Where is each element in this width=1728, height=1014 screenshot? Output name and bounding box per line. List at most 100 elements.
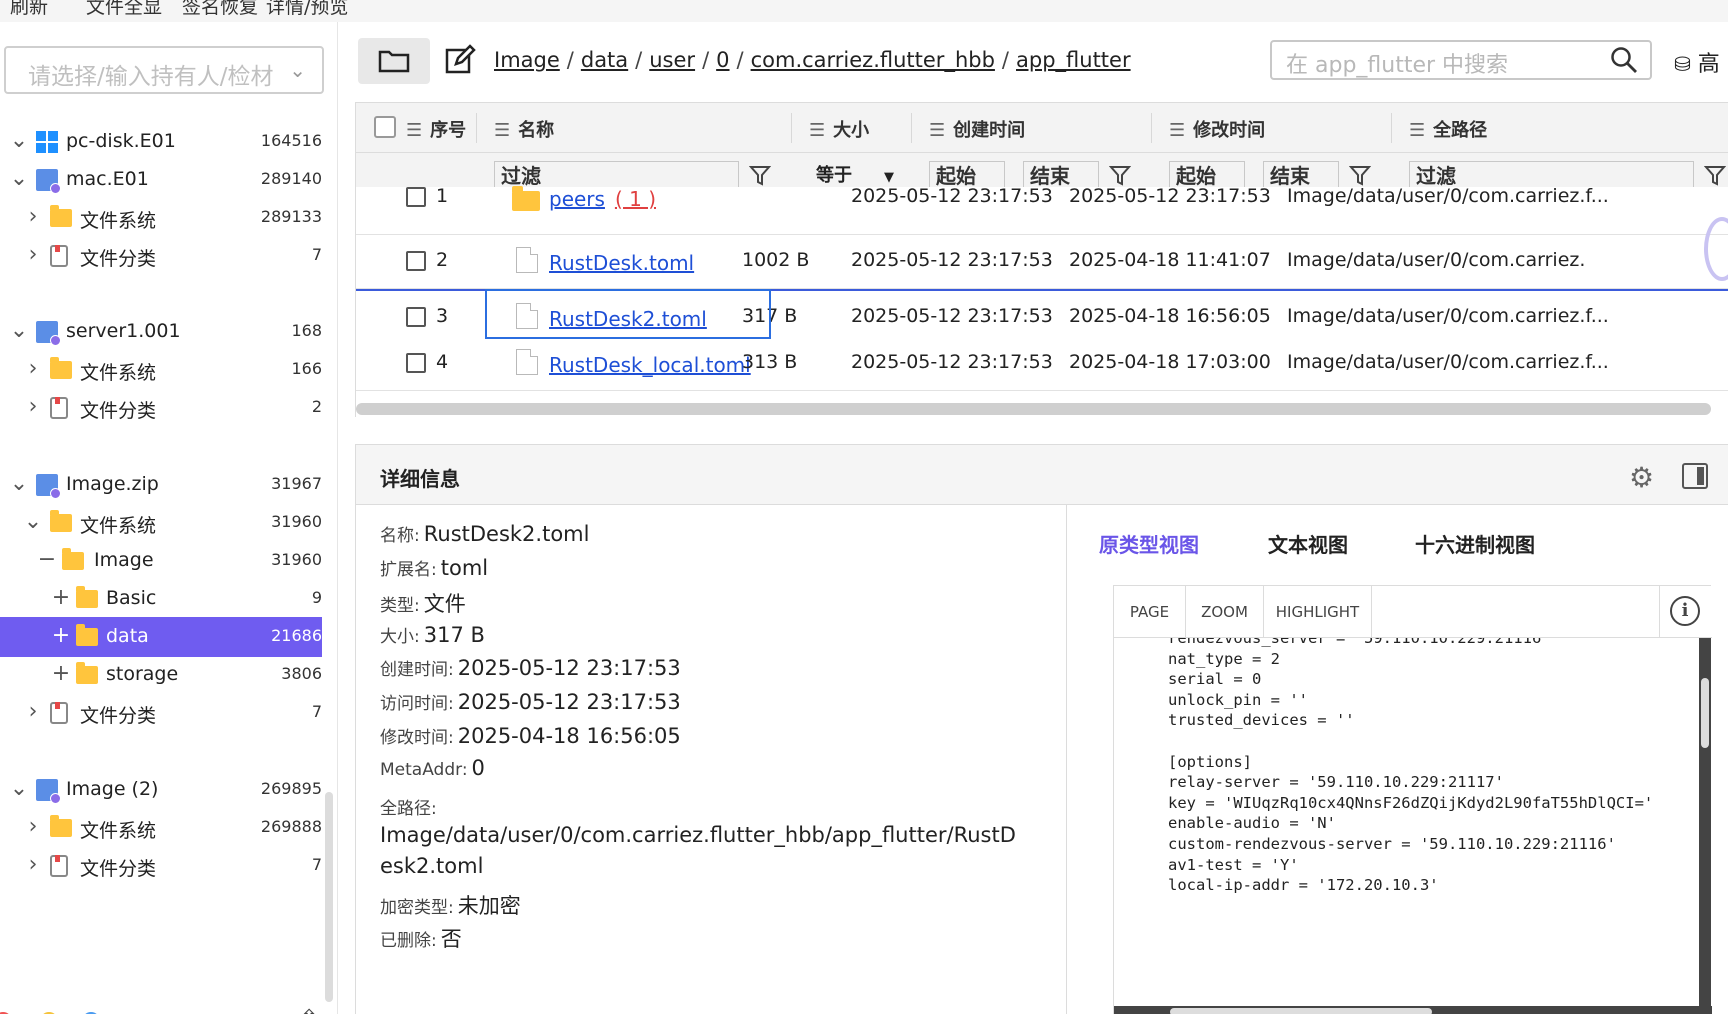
folder-icon xyxy=(62,548,84,570)
tree-toggle-icon[interactable]: + xyxy=(50,661,72,686)
funnel-icon[interactable] xyxy=(749,164,771,188)
tree-toggle-icon[interactable]: + xyxy=(50,585,72,610)
tree-node[interactable]: ⌄ server1.001 168 xyxy=(0,312,322,352)
tree-node[interactable]: › 文件系统 289133 xyxy=(0,198,322,238)
tab-text-view[interactable]: 文本视图 xyxy=(1268,529,1348,558)
row-name-link[interactable]: RustDesk_local.toml xyxy=(549,353,751,377)
panel-toggle-icon[interactable] xyxy=(1682,463,1708,489)
row-size: 313 B xyxy=(742,351,798,373)
size-operator-select[interactable]: 等于 ▼ xyxy=(816,161,894,187)
tree-node[interactable]: ⌄ Image.zip 31967 xyxy=(0,465,322,505)
viewer-horizontal-scrollbar[interactable] xyxy=(1114,1006,1712,1014)
breadcrumb-segment[interactable]: Image xyxy=(494,48,560,72)
folder-icon xyxy=(50,510,72,532)
tree-toggle-icon[interactable]: › xyxy=(22,394,44,419)
menu-refresh[interactable]: 刷新 xyxy=(10,0,48,19)
tree-node[interactable]: + storage 3806 xyxy=(0,655,322,695)
collapse-split-icon[interactable]: ⇳ xyxy=(300,1006,318,1014)
zoom-button[interactable]: ZOOM xyxy=(1186,586,1264,638)
breadcrumb-segment[interactable]: com.carriez.flutter_hbb xyxy=(751,48,995,72)
row-name-link[interactable]: RustDesk.toml xyxy=(549,251,694,275)
funnel-icon[interactable] xyxy=(1704,164,1726,188)
tree-toggle-icon[interactable]: ⌄ xyxy=(8,128,30,153)
sidebar-scrollbar[interactable] xyxy=(325,792,333,1002)
breadcrumb-segment[interactable]: 0 xyxy=(716,48,729,72)
page-button[interactable]: PAGE xyxy=(1114,586,1186,638)
tree-node[interactable]: ⌄ Image (2) 269895 xyxy=(0,770,322,810)
table-row[interactable]: 4 RustDesk_local.toml 313 B 2025-05-12 23:1… xyxy=(356,337,1728,391)
select-all-checkbox[interactable] xyxy=(374,116,396,138)
highlight-button[interactable]: HIGHLIGHT xyxy=(1264,586,1372,638)
tree-toggle-icon[interactable]: › xyxy=(22,356,44,381)
row-name-link[interactable]: peers ( 1 ) xyxy=(549,187,656,211)
col-fullpath[interactable]: ☰ 全路径 xyxy=(1409,116,1487,142)
folder-search-input[interactable]: 在 app_flutter 中搜索 xyxy=(1270,40,1652,80)
row-checkbox[interactable] xyxy=(406,353,426,373)
menu-show-all-files[interactable]: 文件全显 xyxy=(86,0,162,19)
tree-node[interactable]: ⌄ pc-disk.E01 164516 xyxy=(0,122,322,162)
chevron-down-icon[interactable]: ⌄ xyxy=(289,58,306,82)
tree-toggle-icon[interactable]: + xyxy=(50,623,72,648)
col-modified[interactable]: ☰ 修改时间 xyxy=(1169,116,1265,142)
advanced-search-button[interactable]: ⛁ 高 xyxy=(1674,46,1720,78)
tab-hex-view[interactable]: 十六进制视图 xyxy=(1415,529,1535,558)
row-created: 2025-05-12 23:17:53 xyxy=(851,351,1053,373)
tree-toggle-icon[interactable]: ⌄ xyxy=(8,318,30,343)
row-created: 2025-05-12 23:17:53 xyxy=(851,249,1053,271)
viewer-vertical-scrollbar[interactable] xyxy=(1699,638,1711,1008)
property-key: 修改时间: xyxy=(380,727,454,748)
tree-node[interactable]: › 文件分类 2 xyxy=(0,388,322,428)
breadcrumb-segment[interactable]: data xyxy=(581,48,628,72)
tree-toggle-icon[interactable]: − xyxy=(36,547,58,572)
tree-node[interactable]: ⌄ mac.E01 289140 xyxy=(0,160,322,200)
tree-node[interactable]: › 文件系统 269888 xyxy=(0,808,322,848)
tree-toggle-icon[interactable]: › xyxy=(22,814,44,839)
menu-detail-preview[interactable]: 详情/预览 xyxy=(266,0,348,19)
col-created[interactable]: ☰ 创建时间 xyxy=(929,116,1025,142)
search-icon[interactable] xyxy=(1610,46,1638,74)
tree-node[interactable]: › 文件分类 7 xyxy=(0,693,322,733)
row-checkbox[interactable] xyxy=(406,251,426,271)
open-folder-button[interactable] xyxy=(358,38,430,84)
table-horizontal-scrollbar[interactable] xyxy=(356,403,1711,415)
row-fullpath: Image/data/user/0/com.carriez.f... xyxy=(1287,305,1609,327)
tree-toggle-icon[interactable]: ⌄ xyxy=(8,166,30,191)
tree-toggle-icon[interactable]: ⌄ xyxy=(8,471,30,496)
tree-toggle-icon[interactable]: ⌄ xyxy=(8,776,30,801)
info-icon[interactable]: i xyxy=(1670,596,1700,626)
row-checkbox[interactable] xyxy=(406,187,426,207)
breadcrumb-segment[interactable]: user xyxy=(649,48,695,72)
tree-node[interactable]: + Basic 9 xyxy=(0,579,322,619)
col-size[interactable]: ☰ 大小 xyxy=(809,116,869,142)
tree-node[interactable]: › 文件分类 7 xyxy=(0,236,322,276)
owner-evidence-select[interactable]: 请选择/输入持有人/检材 ⌄ xyxy=(4,46,324,94)
tree-node[interactable]: › 文件分类 7 xyxy=(0,846,322,886)
tab-native-view[interactable]: 原类型视图 xyxy=(1099,529,1199,558)
tree-node[interactable]: + data 21686 xyxy=(0,617,322,657)
tree-toggle-icon[interactable]: › xyxy=(22,242,44,267)
gear-icon[interactable]: ⚙ xyxy=(1629,461,1654,494)
fullpath-value: Image/data/user/0/com.carriez.flutter_hb… xyxy=(380,822,1016,878)
tree-node[interactable]: ⌄ 文件系统 31960 xyxy=(0,503,322,543)
property-key: 名称: xyxy=(380,526,420,546)
breadcrumb-segment[interactable]: app_flutter xyxy=(1016,48,1131,72)
tree-node-label: 文件分类 xyxy=(80,400,157,422)
col-seq[interactable]: ☰ 序号 xyxy=(406,116,466,142)
tree-toggle-icon[interactable]: › xyxy=(22,699,44,724)
tree-toggle-icon[interactable]: › xyxy=(22,204,44,229)
col-name[interactable]: ☰ 名称 xyxy=(494,116,554,142)
table-row[interactable]: 1 peers ( 1 ) 2025-05-12 23:17:53 2025-05-12… xyxy=(356,185,1728,235)
folder-icon xyxy=(76,624,98,646)
tree-node[interactable]: › 文件系统 166 xyxy=(0,350,322,390)
tree-toggle-icon[interactable]: › xyxy=(22,852,44,877)
menu-signature-recovery[interactable]: 签名恢复 xyxy=(182,0,258,19)
folder-icon xyxy=(50,357,72,379)
edit-path-button[interactable] xyxy=(444,44,476,76)
tree-node[interactable]: − Image 31960 xyxy=(0,541,322,581)
tree-toggle-icon[interactable]: ⌄ xyxy=(22,509,44,534)
tree-node-label: 文件系统 xyxy=(80,515,157,537)
row-checkbox[interactable] xyxy=(406,307,426,327)
property-value: 2025-05-12 23:17:53 xyxy=(457,690,681,714)
table-row[interactable]: 2 RustDesk.toml 1002 B 2025-05-12 23:17:53 2… xyxy=(356,235,1728,289)
folder-icon xyxy=(76,586,98,608)
